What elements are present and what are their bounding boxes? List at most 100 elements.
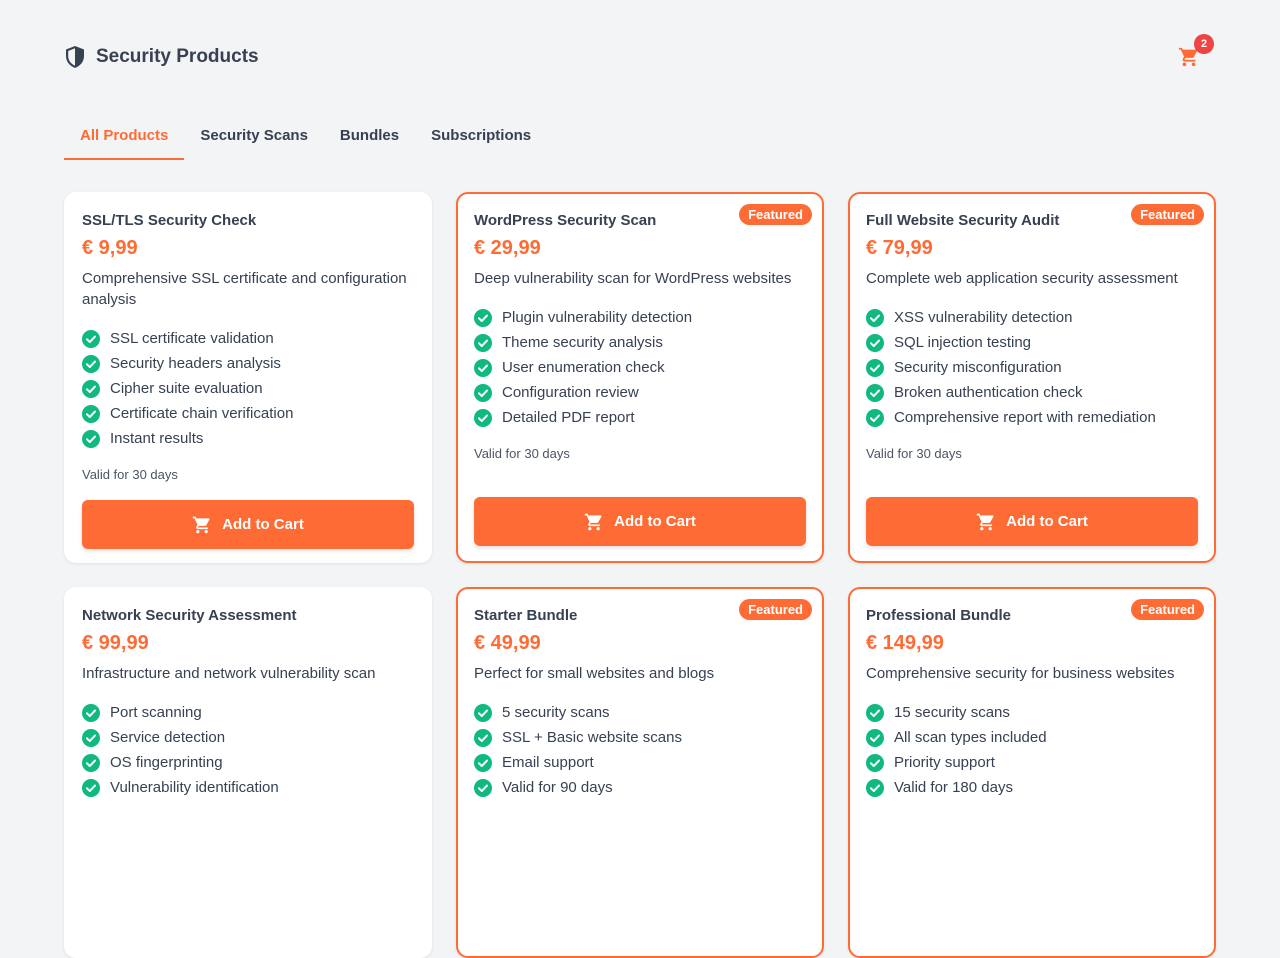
check-circle-icon [82,778,100,797]
feature-item: Security headers analysis [82,351,414,376]
check-circle-icon [866,728,884,747]
feature-label: Plugin vulnerability detection [502,309,693,326]
check-circle-icon [866,753,884,772]
product-card: Featured Starter Bundle € 49,99 Perfect … [456,587,824,958]
product-card: Featured Professional Bundle € 149,99 Co… [848,587,1216,958]
feature-item: Service detection [82,725,414,750]
page-header: Security Products 2 [64,34,1216,74]
feature-label: SQL injection testing [894,334,1032,351]
product-title: SSL/TLS Security Check [82,212,257,229]
feature-item: All scan types included [866,725,1198,750]
product-price: € 99,99 [82,632,149,654]
product-price: € 79,99 [866,237,933,259]
check-circle-icon [866,333,884,352]
product-description: Comprehensive security for business webs… [866,665,1175,682]
feature-label: OS fingerprinting [110,754,223,771]
check-circle-icon [474,383,492,402]
feature-item: Detailed PDF report [474,405,806,430]
tab-security-scans[interactable]: Security Scans [184,112,324,160]
cart-plus-icon [192,515,212,535]
feature-item: Instant results [82,426,414,451]
check-circle-icon [474,778,492,797]
feature-item: SSL certificate validation [82,326,414,351]
feature-item: Plugin vulnerability detection [474,305,806,330]
check-circle-icon [866,383,884,402]
product-description: Infrastructure and network vulnerability… [82,665,376,682]
check-circle-icon [474,408,492,427]
feature-list: Port scanning Service detection OS finge… [82,700,414,800]
check-circle-icon [866,308,884,327]
check-circle-icon [474,703,492,722]
validity-text: Valid for 30 days [866,446,962,461]
check-circle-icon [866,408,884,427]
feature-label: Security headers analysis [110,355,281,372]
feature-label: 15 security scans [894,704,1010,721]
check-circle-icon [82,354,100,373]
add-to-cart-button[interactable]: Add to Cart [82,500,414,549]
add-to-cart-button[interactable]: Add to Cart [474,497,806,546]
product-card: Featured Full Website Security Audit € 7… [848,192,1216,563]
feature-item: Security misconfiguration [866,355,1198,380]
check-circle-icon [82,728,100,747]
feature-label: Comprehensive report with remediation [894,409,1156,426]
check-circle-icon [82,404,100,423]
tab-bundles[interactable]: Bundles [324,112,415,160]
feature-item: 15 security scans [866,700,1198,725]
feature-item: Email support [474,750,806,775]
product-description: Deep vulnerability scan for WordPress we… [474,270,792,287]
featured-badge: Featured [739,599,812,620]
feature-label: Valid for 90 days [502,779,613,796]
product-description: Comprehensive SSL certificate and config… [82,270,407,308]
cart-plus-icon [584,512,604,532]
feature-item: Cipher suite evaluation [82,376,414,401]
check-circle-icon [82,329,100,348]
feature-item: XSS vulnerability detection [866,305,1198,330]
check-circle-icon [866,703,884,722]
feature-item: Comprehensive report with remediation [866,405,1198,430]
button-label: Add to Cart [1006,513,1088,530]
feature-label: Service detection [110,729,226,746]
product-price: € 149,99 [866,632,944,654]
feature-item: Valid for 180 days [866,775,1198,800]
feature-item: Certificate chain verification [82,401,414,426]
feature-item: Theme security analysis [474,330,806,355]
cart-count-badge: 2 [1194,34,1214,54]
feature-item: Vulnerability identification [82,775,414,800]
check-circle-icon [474,333,492,352]
add-to-cart-button[interactable]: Add to Cart [866,497,1198,546]
check-circle-icon [82,753,100,772]
feature-label: Configuration review [502,384,639,401]
feature-list: 5 security scans SSL + Basic website sca… [474,700,806,800]
feature-item: Configuration review [474,380,806,405]
feature-label: All scan types included [894,729,1047,746]
feature-item: User enumeration check [474,355,806,380]
product-grid: SSL/TLS Security Check € 9,99 Comprehens… [64,192,1216,958]
feature-item: SQL injection testing [866,330,1198,355]
feature-label: Cipher suite evaluation [110,380,263,397]
button-label: Add to Cart [222,516,304,533]
feature-label: Security misconfiguration [894,359,1062,376]
tab-all-products[interactable]: All Products [64,112,185,160]
feature-item: Broken authentication check [866,380,1198,405]
validity-text: Valid for 30 days [474,446,570,461]
check-circle-icon [474,358,492,377]
product-card: Featured WordPress Security Scan € 29,99… [456,192,824,563]
shield-icon [64,45,86,69]
feature-item: Port scanning [82,700,414,725]
feature-label: Instant results [110,430,204,447]
feature-label: Vulnerability identification [110,779,279,796]
brand: Security Products [64,45,259,69]
feature-item: Priority support [866,750,1198,775]
button-label: Add to Cart [614,513,696,530]
feature-list: SSL certificate validation Security head… [82,326,414,451]
featured-badge: Featured [1131,599,1204,620]
check-circle-icon [474,753,492,772]
product-description: Perfect for small websites and blogs [474,665,715,682]
feature-item: Valid for 90 days [474,775,806,800]
product-description: Complete web application security assess… [866,270,1178,287]
cart-button[interactable]: 2 [1174,34,1214,72]
product-price: € 49,99 [474,632,541,654]
tab-subscriptions[interactable]: Subscriptions [415,112,547,160]
check-circle-icon [866,778,884,797]
check-circle-icon [474,308,492,327]
